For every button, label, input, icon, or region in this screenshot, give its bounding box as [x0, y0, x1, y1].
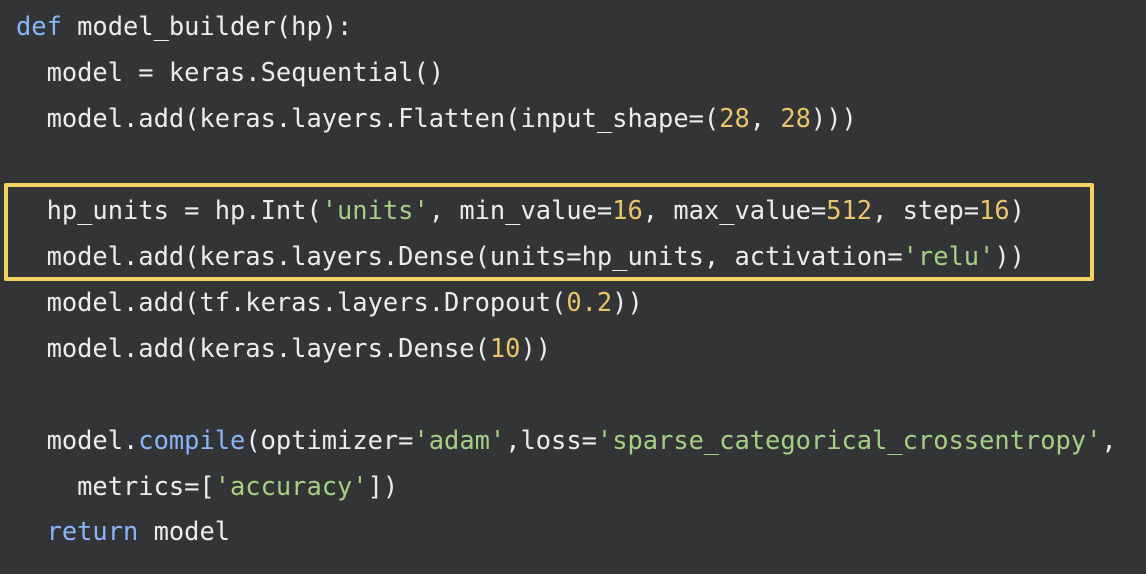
code-line: model.compile(optimizer='adam',loss='spa… — [16, 420, 1117, 460]
code-token: , min_value= — [428, 195, 613, 225]
code-token: , step= — [872, 195, 980, 225]
code-line: return model — [16, 511, 230, 551]
code-token: hp_units = hp.Int( — [16, 195, 322, 225]
code-line: model = keras.Sequential() — [16, 52, 444, 92]
code-token: 'relu' — [902, 241, 995, 271]
code-token: ,loss= — [505, 425, 597, 455]
code-token: )) — [994, 241, 1025, 271]
code-token: , — [1101, 425, 1117, 455]
code-line: model.add(tf.keras.layers.Dropout(0.2)) — [16, 282, 643, 322]
code-token: , — [749, 103, 781, 133]
code-token: 'accuracy' — [214, 471, 368, 501]
code-token: (optimizer= — [245, 425, 414, 455]
code-line: model.add(keras.layers.Flatten(input_sha… — [16, 98, 857, 138]
code-token: model. — [16, 425, 139, 455]
code-token: model.add(keras.layers.Dense( — [16, 333, 490, 363]
code-slide: def model_builder(hp): model = keras.Seq… — [0, 0, 1146, 574]
code-token: model.add(tf.keras.layers.Dropout( — [16, 287, 567, 317]
code-token: ]) — [367, 471, 399, 501]
code-token: 10 — [489, 333, 521, 363]
code-token: 28 — [719, 103, 750, 133]
code-token: 28 — [780, 103, 811, 133]
code-token: 16 — [612, 195, 643, 225]
code-token: 0.2 — [566, 287, 613, 317]
code-token: )) — [520, 333, 552, 363]
code-token: model — [138, 516, 231, 546]
code-token: model_builder(hp): — [61, 11, 353, 41]
code-token: 16 — [979, 195, 1010, 225]
code-token: model.add(keras.layers.Flatten(input_sha… — [16, 103, 720, 133]
code-line: model.add(keras.layers.Dense(units=hp_un… — [16, 236, 1025, 276]
code-token: return — [46, 516, 139, 546]
code-token: )) — [612, 287, 643, 317]
code-token: 'sparse_categorical_crossentropy' — [596, 425, 1102, 455]
code-line: model.add(keras.layers.Dense(10)) — [16, 328, 551, 368]
code-token: model = keras.Sequential() — [16, 57, 445, 87]
code-line: metrics=['accuracy']) — [16, 466, 398, 506]
code-token: ))) — [810, 103, 857, 133]
code-token: , max_value= — [642, 195, 827, 225]
code-token: 512 — [826, 195, 873, 225]
code-token: ) — [1009, 195, 1025, 225]
code-token: model.add(keras.layers.Dense(units=hp_un… — [16, 241, 903, 271]
code-token: 'units' — [321, 195, 429, 225]
code-token: 'adam' — [413, 425, 506, 455]
code-token: compile — [138, 425, 246, 455]
code-line: def model_builder(hp): — [16, 6, 352, 46]
code-line: hp_units = hp.Int('units', min_value=16,… — [16, 190, 1025, 230]
code-token: metrics=[ — [16, 471, 215, 501]
code-token: def — [16, 11, 62, 41]
